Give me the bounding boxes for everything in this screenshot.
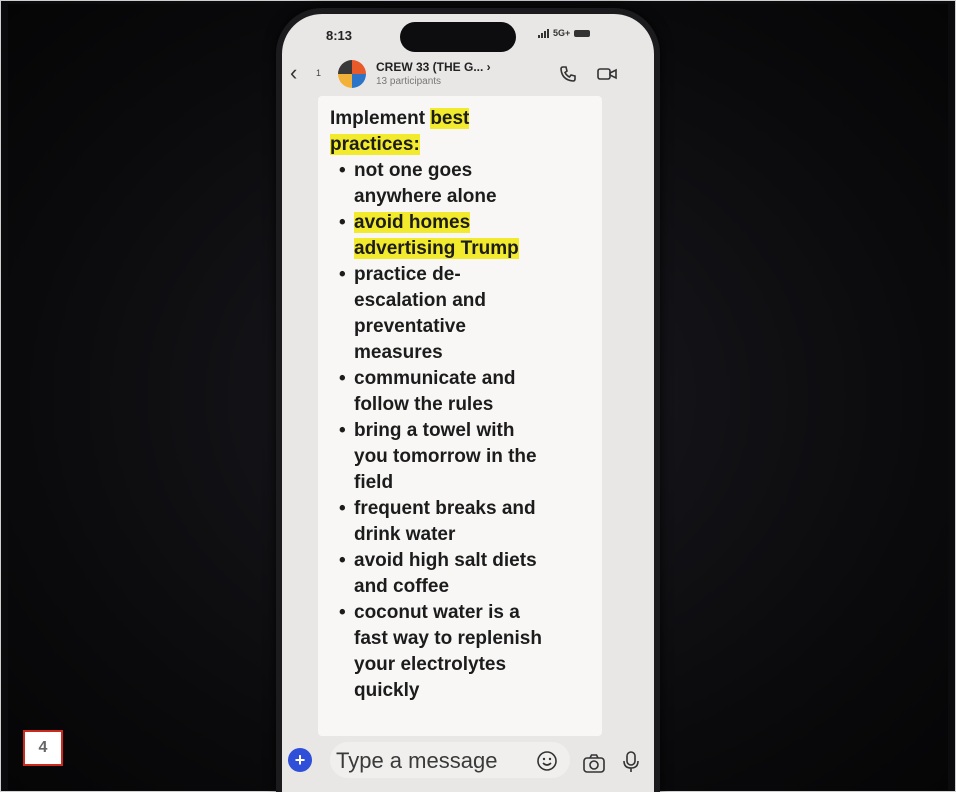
list-item-line: fast way to replenish: [354, 626, 600, 652]
list-item-line: measures: [354, 340, 600, 366]
list-item-line: frequent breaks and: [354, 496, 600, 522]
chat-title[interactable]: CREW 33 (THE G... ›: [376, 60, 491, 74]
list-item-line: communicate and: [354, 366, 600, 392]
list-item-line: drink water: [354, 522, 600, 548]
message-intro-2: practices:: [330, 132, 600, 158]
intro-highlight-2: practices:: [330, 134, 420, 155]
bullet-dot: •: [339, 160, 346, 181]
unread-count: 1: [316, 68, 322, 78]
list-item-line: avoid high salt diets: [354, 548, 600, 574]
group-avatar[interactable]: [338, 60, 366, 88]
list-item: • communicate and follow the rules: [330, 366, 600, 418]
list-item-text: drink water: [354, 524, 456, 545]
list-item-text: anywhere alone: [354, 186, 497, 207]
list-item-line: bring a towel with: [354, 418, 600, 444]
list-item: • coconut water is a fast way to replenish…: [330, 600, 600, 704]
bullet-dot: •: [339, 420, 346, 441]
participants-count: 13 participants: [376, 76, 442, 87]
video-icon[interactable]: [596, 64, 618, 84]
list-item-text: advertising Trump: [354, 238, 519, 259]
list-item-text: measures: [354, 342, 443, 363]
message-input[interactable]: Type a message: [330, 742, 570, 778]
list-item-text: communicate and: [354, 368, 516, 389]
bullet-dot: •: [339, 212, 346, 233]
status-time: 8:13: [326, 28, 353, 43]
list-item-text: avoid homes: [354, 212, 471, 233]
signal-icon: [538, 28, 549, 38]
list-item-line: practice de-: [354, 262, 600, 288]
bullet-dot: •: [339, 498, 346, 519]
list-item-line: your electrolytes: [354, 652, 600, 678]
battery-icon: [574, 29, 591, 37]
list-item-line: coconut water is a: [354, 600, 600, 626]
list-item-text: coconut water is a: [354, 602, 520, 623]
list-item-line: not one goes: [354, 158, 600, 184]
list-item-text: not one goes: [354, 160, 473, 181]
message-intro: Implement best: [330, 106, 600, 132]
list-item-line: field: [354, 470, 600, 496]
list-item: • avoid homes advertising Trump: [330, 210, 600, 262]
message-input-placeholder: Type a message: [336, 748, 498, 773]
list-item: • avoid high salt diets and coffee: [330, 548, 600, 600]
list-item-text: practice de-: [354, 264, 461, 285]
intro-plain: Implement: [330, 108, 431, 129]
page-number-badge: 4: [23, 730, 63, 766]
list-item-line: you tomorrow in the: [354, 444, 600, 470]
message-text: Implement best practices: • not one goes a…: [330, 106, 600, 704]
list-item-line: and coffee: [354, 574, 600, 600]
list-item-text: avoid high salt diets: [354, 550, 537, 571]
list-item-line: preventative: [354, 314, 600, 340]
list-item-line: anywhere alone: [354, 184, 600, 210]
bullet-list: • not one goes anywhere alone • avoid homes a…: [330, 158, 600, 704]
list-item-line: follow the rules: [354, 392, 600, 418]
intro-highlight-1: best: [430, 108, 470, 129]
list-item-text: follow the rules: [354, 394, 494, 415]
list-item-line: escalation and: [354, 288, 600, 314]
plus-icon[interactable]: +: [288, 748, 312, 772]
mic-icon[interactable]: [622, 750, 640, 774]
message-composer: + Type a message: [282, 736, 654, 792]
list-item-line: avoid homes: [354, 210, 600, 236]
list-item-text: your electrolytes: [354, 654, 507, 675]
phone-icon[interactable]: [558, 64, 578, 84]
list-item: • bring a towel with you tomorrow in the fi…: [330, 418, 600, 496]
list-item-text: preventative: [354, 316, 466, 337]
camera-icon[interactable]: [582, 752, 606, 774]
list-item-text: field: [354, 472, 394, 493]
bullet-dot: •: [339, 368, 346, 389]
list-item-text: fast way to replenish: [354, 628, 542, 649]
bullet-dot: •: [339, 602, 346, 623]
chat-header: ‹ 1 CREW 33 (THE G... › 13 participants: [282, 52, 654, 98]
phone-screen: 8:13 5G+ ‹ 1 CREW 33 (THE G... › 13 part…: [282, 14, 654, 792]
bullet-dot: •: [339, 550, 346, 571]
emoji-icon[interactable]: [536, 750, 558, 772]
network-type: 5G+: [553, 28, 571, 38]
list-item-text: bring a towel with: [354, 420, 515, 441]
list-item: • practice de-escalation and preventative m…: [330, 262, 600, 366]
list-item-text: frequent breaks and: [354, 498, 536, 519]
status-indicators: 5G+: [538, 26, 591, 40]
list-item-text: and coffee: [354, 576, 450, 597]
list-item: • frequent breaks and drink water: [330, 496, 600, 548]
list-item-text: quickly: [354, 680, 420, 701]
list-item: • not one goes anywhere alone: [330, 158, 600, 210]
dynamic-island: [400, 22, 516, 52]
list-item-line: advertising Trump: [354, 236, 600, 262]
bullet-dot: •: [339, 264, 346, 285]
back-chevron-icon[interactable]: ‹: [290, 62, 297, 84]
list-item-text: escalation and: [354, 290, 486, 311]
list-item-text: you tomorrow in the: [354, 446, 537, 467]
list-item-line: quickly: [354, 678, 600, 704]
